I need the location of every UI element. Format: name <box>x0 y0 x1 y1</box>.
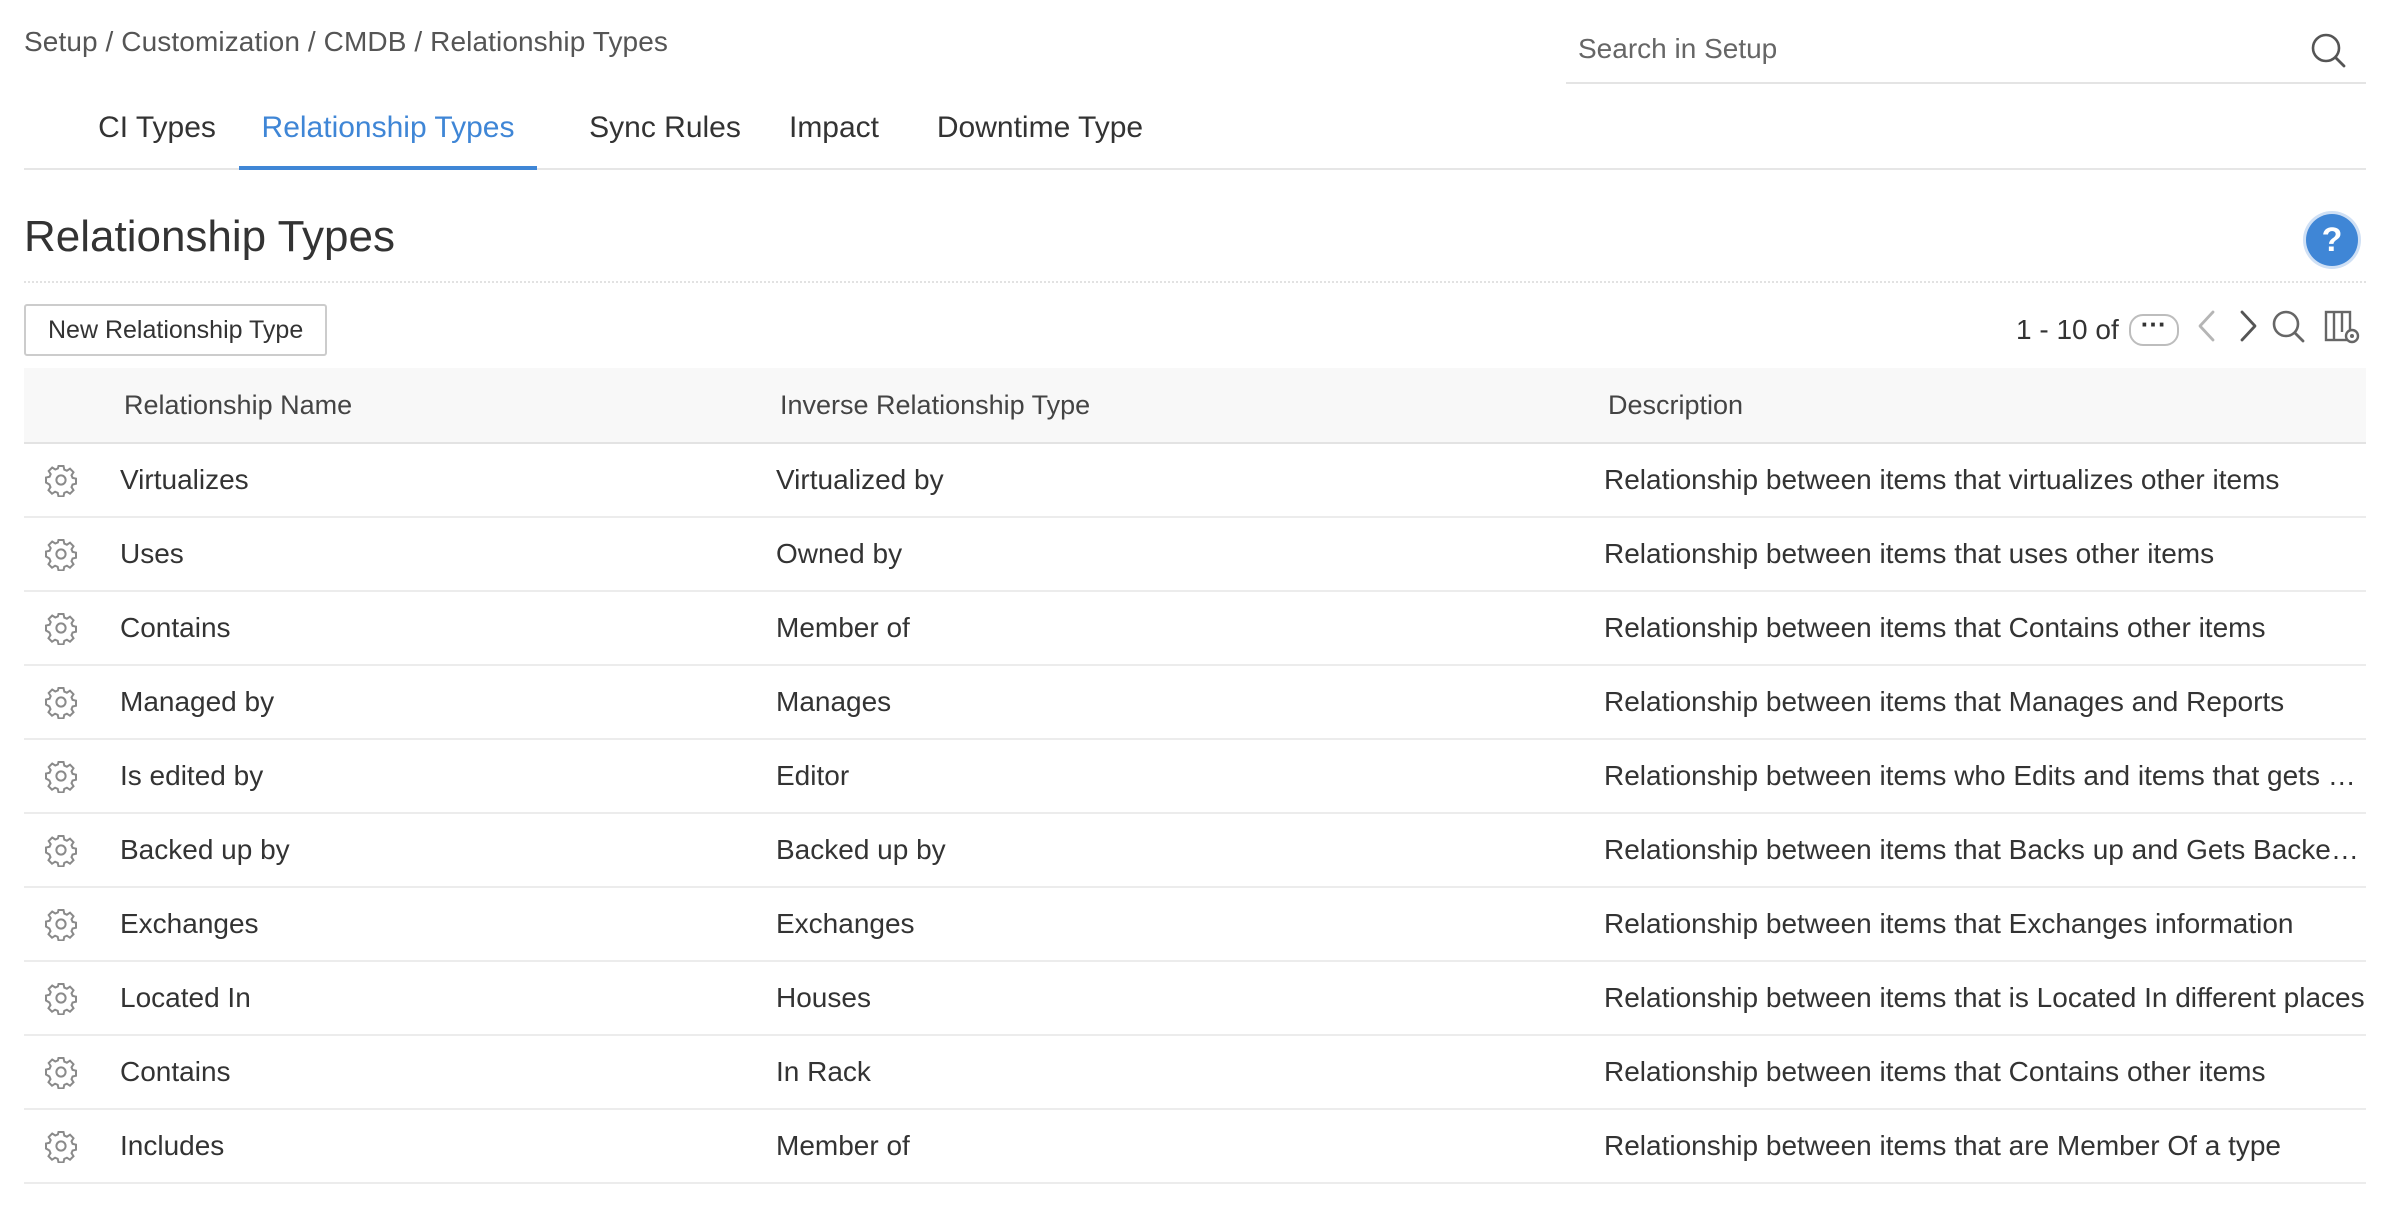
column-header-relationship-name[interactable]: Relationship Name <box>124 368 744 442</box>
relationship-types-table: Relationship Name Inverse Relationship T… <box>24 368 2366 1184</box>
pagination-range: 1 - 10 of <box>2016 313 2119 345</box>
table-row[interactable]: Contains Member of Relationship between it… <box>24 592 2366 666</box>
inverse-relationship-cell: Exchanges <box>776 908 915 939</box>
description-cell: Relationship between items that are Memb… <box>1604 1130 2282 1161</box>
gear-icon[interactable] <box>44 759 78 793</box>
page-title: Relationship Types <box>24 212 395 261</box>
tab-label: Impact <box>788 111 880 144</box>
new-relationship-type-button[interactable]: New Relationship Type <box>24 304 328 356</box>
table-row[interactable]: Virtualizes Virtualized by Relationship be… <box>24 444 2366 518</box>
breadcrumb: Setup / Customization / CMDB / Relations… <box>24 26 669 57</box>
inverse-relationship-cell: Backed up by <box>776 834 946 865</box>
tab-bar: CI Types Relationship Types Sync Rules I… <box>24 96 2366 170</box>
relationship-name-cell[interactable]: Virtualizes <box>120 444 740 516</box>
tab-relationship-types[interactable]: Relationship Types <box>239 96 537 170</box>
relationship-name-cell[interactable]: Contains <box>120 592 740 664</box>
inverse-relationship-cell: Owned by <box>776 538 903 569</box>
help-icon[interactable]: ? <box>2306 214 2358 266</box>
table-header: Relationship Name Inverse Relationship T… <box>24 368 2366 444</box>
inverse-relationship-cell: Editor <box>776 760 850 791</box>
inverse-relationship-cell: Member of <box>776 1130 910 1161</box>
description-cell: Relationship between items that Contains… <box>1604 1056 2266 1087</box>
description-cell: Relationship between items that Contains… <box>1604 612 2266 643</box>
relationship-name-cell[interactable]: Is edited by <box>120 740 740 812</box>
table-row[interactable]: Located In Houses Relationship between ite… <box>24 962 2366 1036</box>
tab-downtime-type[interactable]: Downtime Type <box>924 96 1156 168</box>
chevron-left-icon[interactable] <box>2188 306 2228 346</box>
tab-label: Sync Rules <box>589 111 741 144</box>
inverse-relationship-cell: In Rack <box>776 1056 871 1087</box>
table-search-icon[interactable] <box>2268 306 2308 346</box>
pagination-info: 1 - 10 of ··· <box>2016 306 2179 350</box>
gear-icon[interactable] <box>44 981 78 1015</box>
table-row[interactable]: Uses Owned by Relationship between items t… <box>24 518 2366 592</box>
gear-icon[interactable] <box>44 907 78 941</box>
description-cell: Relationship between items who Edits and… <box>1604 760 2366 791</box>
relationship-name-cell[interactable]: Exchanges <box>120 888 740 960</box>
gear-icon[interactable] <box>44 611 78 645</box>
tab-label: CI Types <box>98 111 216 144</box>
inverse-relationship-cell: Manages <box>776 686 892 717</box>
gear-icon[interactable] <box>44 685 78 719</box>
relationship-name-cell[interactable]: Located In <box>120 962 740 1034</box>
description-cell: Relationship between items that Backs up… <box>1604 834 2366 865</box>
chevron-right-icon[interactable] <box>2228 306 2268 346</box>
relationship-name-cell[interactable]: Includes <box>120 1110 740 1182</box>
gear-icon[interactable] <box>44 1055 78 1089</box>
table-row[interactable]: Exchanges Exchanges Relationship between i… <box>24 888 2366 962</box>
description-cell: Relationship between items that is Locat… <box>1604 982 2365 1013</box>
table-body: Virtualizes Virtualized by Relationship be… <box>24 444 2366 1184</box>
relationship-name-cell[interactable]: Uses <box>120 518 740 590</box>
setup-search <box>1566 18 2366 84</box>
column-settings-icon[interactable] <box>2322 306 2362 346</box>
description-cell: Relationship between items that uses oth… <box>1604 538 2215 569</box>
total-count-button[interactable]: ··· <box>2128 311 2179 346</box>
gear-icon[interactable] <box>44 833 78 867</box>
inverse-relationship-cell: Houses <box>776 982 871 1013</box>
relationship-name-cell[interactable]: Contains <box>120 1036 740 1108</box>
title-divider <box>24 281 2366 283</box>
column-header-inverse-relationship-type[interactable]: Inverse Relationship Type <box>780 368 1560 442</box>
table-row[interactable]: Includes Member of Relationship between it… <box>24 1110 2366 1184</box>
table-row[interactable]: Contains In Rack Relationship between item… <box>24 1036 2366 1110</box>
tab-sync-rules[interactable]: Sync Rules <box>569 96 761 168</box>
table-row[interactable]: Managed by Manages Relationship between it… <box>24 666 2366 740</box>
search-icon[interactable] <box>2308 30 2348 70</box>
relationship-name-cell[interactable]: Managed by <box>120 666 740 738</box>
search-input[interactable] <box>1576 26 2280 72</box>
tab-label: Relationship Types <box>261 111 515 144</box>
table-row[interactable]: Backed up by Backed up by Relationship bet… <box>24 814 2366 888</box>
description-cell: Relationship between items that virtuali… <box>1604 464 2280 495</box>
table-row[interactable]: Is edited by Editor Relationship between i… <box>24 740 2366 814</box>
tab-label: Downtime Type <box>936 111 1144 144</box>
description-cell: Relationship between items that Exchange… <box>1604 908 2294 939</box>
inverse-relationship-cell: Member of <box>776 612 910 643</box>
gear-icon[interactable] <box>44 463 78 497</box>
relationship-name-cell[interactable]: Backed up by <box>120 814 740 886</box>
description-cell: Relationship between items that Manages … <box>1604 686 2285 717</box>
gear-icon[interactable] <box>44 1129 78 1163</box>
tab-ci-types[interactable]: CI Types <box>80 96 234 168</box>
tab-impact[interactable]: Impact <box>774 96 894 168</box>
gear-icon[interactable] <box>44 537 78 571</box>
column-header-description[interactable]: Description <box>1608 368 2370 442</box>
inverse-relationship-cell: Virtualized by <box>776 464 944 495</box>
